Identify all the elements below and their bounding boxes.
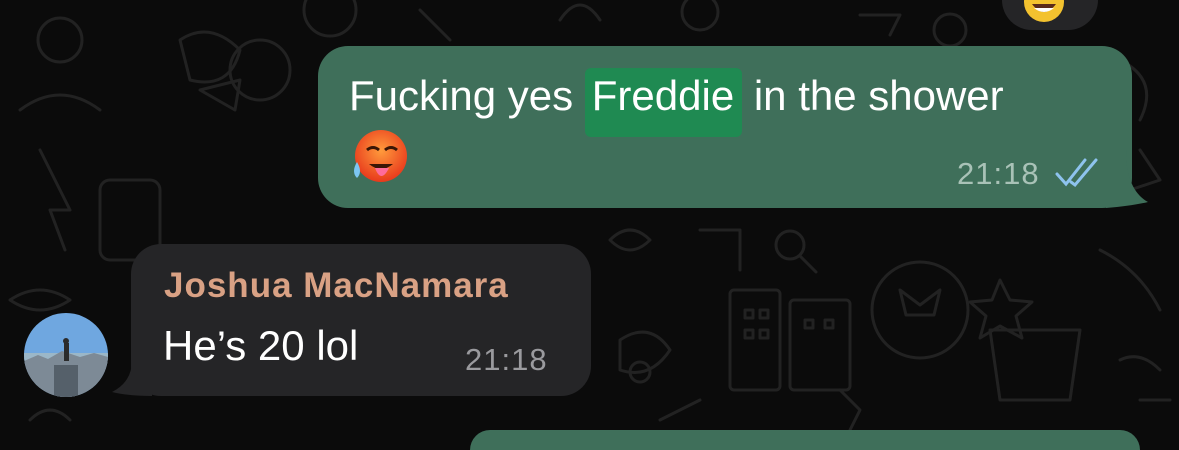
sender-name[interactable]: Joshua MacNamara — [164, 266, 509, 306]
message-timestamp: 21:18 — [465, 342, 548, 377]
message-text: Fucking yes Freddie in the shower — [349, 68, 1104, 137]
bubble-tail — [1106, 150, 1148, 208]
avatar-photo — [24, 313, 108, 397]
message-text-end: in the shower — [742, 72, 1004, 119]
message-text-start: Fucking yes — [349, 72, 585, 119]
message-text: He’s 20 lol — [163, 322, 359, 369]
laughing-emoji-icon — [1024, 0, 1064, 22]
next-outgoing-message-bubble[interactable] — [470, 430, 1140, 450]
search-highlight: Freddie — [584, 68, 743, 137]
bubble-tail — [112, 360, 152, 396]
hot-face-tongue-emoji-icon — [354, 130, 407, 182]
read-receipt-icon — [1055, 158, 1098, 188]
avatar[interactable] — [24, 313, 108, 397]
incoming-message-bubble[interactable]: Joshua MacNamara He’s 20 lol 21:18 — [131, 244, 591, 396]
message-timestamp: 21:18 — [957, 156, 1040, 191]
outgoing-message-bubble[interactable]: Fucking yes Freddie in the shower 21:18 — [318, 46, 1132, 208]
